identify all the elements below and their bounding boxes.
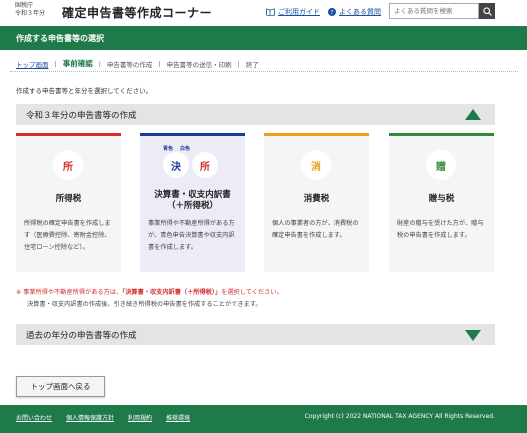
- book-icon: [266, 8, 275, 16]
- site-title: 確定申告書等作成コーナー: [62, 6, 213, 20]
- breadcrumb-step: 申告書等の作成: [106, 60, 153, 69]
- card-title: 消費税: [303, 194, 330, 204]
- income-tax-icon: 所: [192, 152, 218, 178]
- card-consumption-tax[interactable]: 消 消費税 個人の事業者の方が、消費税の確定申告書を作成します。: [264, 133, 369, 272]
- faq-search-input[interactable]: [389, 3, 479, 19]
- income-tax-icon: 所: [53, 150, 83, 180]
- breadcrumb-step: 申告書等の送信・印刷: [166, 60, 232, 69]
- intro-text: 作成する申告書等と年分を選択してください。: [16, 87, 153, 95]
- agency-name: 国税庁: [15, 2, 34, 9]
- back-to-top-button[interactable]: トップ画面へ戻る: [16, 376, 105, 397]
- svg-text:?: ?: [330, 9, 333, 16]
- section-current-year[interactable]: 令和３年分の申告書等の作成: [16, 104, 495, 125]
- guide-link[interactable]: ご利用ガイド: [266, 7, 320, 17]
- card-description: 財産の贈与を受けた方が、贈与税の申告書を作成します。: [397, 220, 484, 239]
- faq-link[interactable]: ? よくある質問: [328, 7, 381, 17]
- white-return-label: 白色: [180, 146, 191, 152]
- note-text: を選択してください。: [221, 289, 283, 296]
- card-gift-tax[interactable]: 贈 贈与税 財産の贈与を受けた方が、贈与税の申告書を作成します。: [389, 133, 494, 272]
- expand-icon[interactable]: [465, 330, 481, 341]
- note-business-income: ※ 事業所得や不動産所得がある方は、「決算書・収支内訳書（＋所得税）」を選択して…: [16, 287, 283, 296]
- breadcrumb-separator: |: [237, 59, 240, 68]
- note-followup: 決算書・収支内訳書の作成後、引き続き所得税の申告書を作成することができます。: [27, 301, 262, 308]
- gift-tax-icon: 贈: [426, 150, 456, 180]
- card-income-tax[interactable]: 所 所得税 所得税の確定申告書を作成します（医療費控除、寄附金控除、住宅ローン控…: [16, 133, 121, 272]
- card-title: 贈与税: [428, 194, 455, 204]
- header: 国税庁 令和３年分 確定申告書等作成コーナー ご利用ガイド ? よくある質問: [0, 0, 527, 26]
- breadcrumb-separator: |: [54, 59, 57, 68]
- breadcrumb: トップ画面 | 事前確認 | 申告書等の作成 | 申告書等の送信・印刷 | 終了: [10, 56, 518, 72]
- footer-link-privacy[interactable]: 個人情報保護方針: [66, 413, 114, 422]
- card-description: 所得税の確定申告書を作成します（医療費控除、寄附金控除、住宅ローン控除など）。: [24, 220, 111, 251]
- collapse-icon[interactable]: [465, 109, 481, 120]
- breadcrumb-separator: |: [98, 59, 101, 68]
- faq-label: よくある質問: [339, 8, 381, 16]
- consumption-tax-icon: 消: [301, 150, 331, 180]
- breadcrumb-step: 終了: [245, 60, 259, 69]
- footer-link-contact[interactable]: お問い合わせ: [16, 413, 52, 422]
- page-heading-bar: 作成する申告書等の選択: [0, 26, 527, 50]
- card-description: 事業所得や不動産所得がある方が、青色申告決算書や収支内訳書を作成します。: [148, 220, 235, 251]
- guide-label: ご利用ガイド: [278, 8, 320, 16]
- note-text: ※ 事業所得や不動産所得がある方は、: [16, 289, 123, 296]
- blue-return-label: 青色: [163, 146, 174, 152]
- footer-links: お問い合わせ 個人情報保護方針 利用規約 推奨環境: [16, 413, 190, 422]
- card-title: 所得税: [55, 194, 82, 204]
- footer-link-environment[interactable]: 推奨環境: [166, 413, 190, 422]
- footer-link-terms[interactable]: 利用規約: [128, 413, 152, 422]
- section-title: 令和３年分の申告書等の作成: [26, 111, 137, 121]
- note-emphasis: 「決算書・収支内訳書（＋所得税）」: [122, 289, 222, 296]
- breadcrumb-current: 事前確認: [62, 59, 93, 68]
- agency-label: 国税庁 令和３年分: [15, 2, 45, 18]
- copyright: Copyright (c) 2022 NATIONAL TAX AGENCY A…: [304, 413, 495, 420]
- tax-year: 令和３年分: [15, 10, 46, 17]
- search-icon: [482, 6, 492, 16]
- breadcrumb-separator: |: [158, 59, 161, 68]
- question-icon: ?: [328, 8, 336, 16]
- footer: お問い合わせ 個人情報保護方針 利用規約 推奨環境 Copyright (c) …: [0, 405, 527, 433]
- card-title: 決算書・収支内訳書（＋所得税）: [154, 190, 231, 211]
- breadcrumb-home[interactable]: トップ画面: [16, 59, 49, 69]
- section-title: 過去の年分の申告書等の作成: [26, 331, 137, 341]
- card-financial-statement[interactable]: 青色 白色 決 所 決算書・収支内訳書（＋所得税） 事業所得や不動産所得がある方…: [140, 133, 245, 272]
- search-button[interactable]: [479, 3, 495, 19]
- financial-statement-icon: 決: [163, 152, 189, 178]
- card-description: 個人の事業者の方が、消費税の確定申告書を作成します。: [272, 220, 359, 239]
- section-past-years[interactable]: 過去の年分の申告書等の作成: [16, 324, 495, 345]
